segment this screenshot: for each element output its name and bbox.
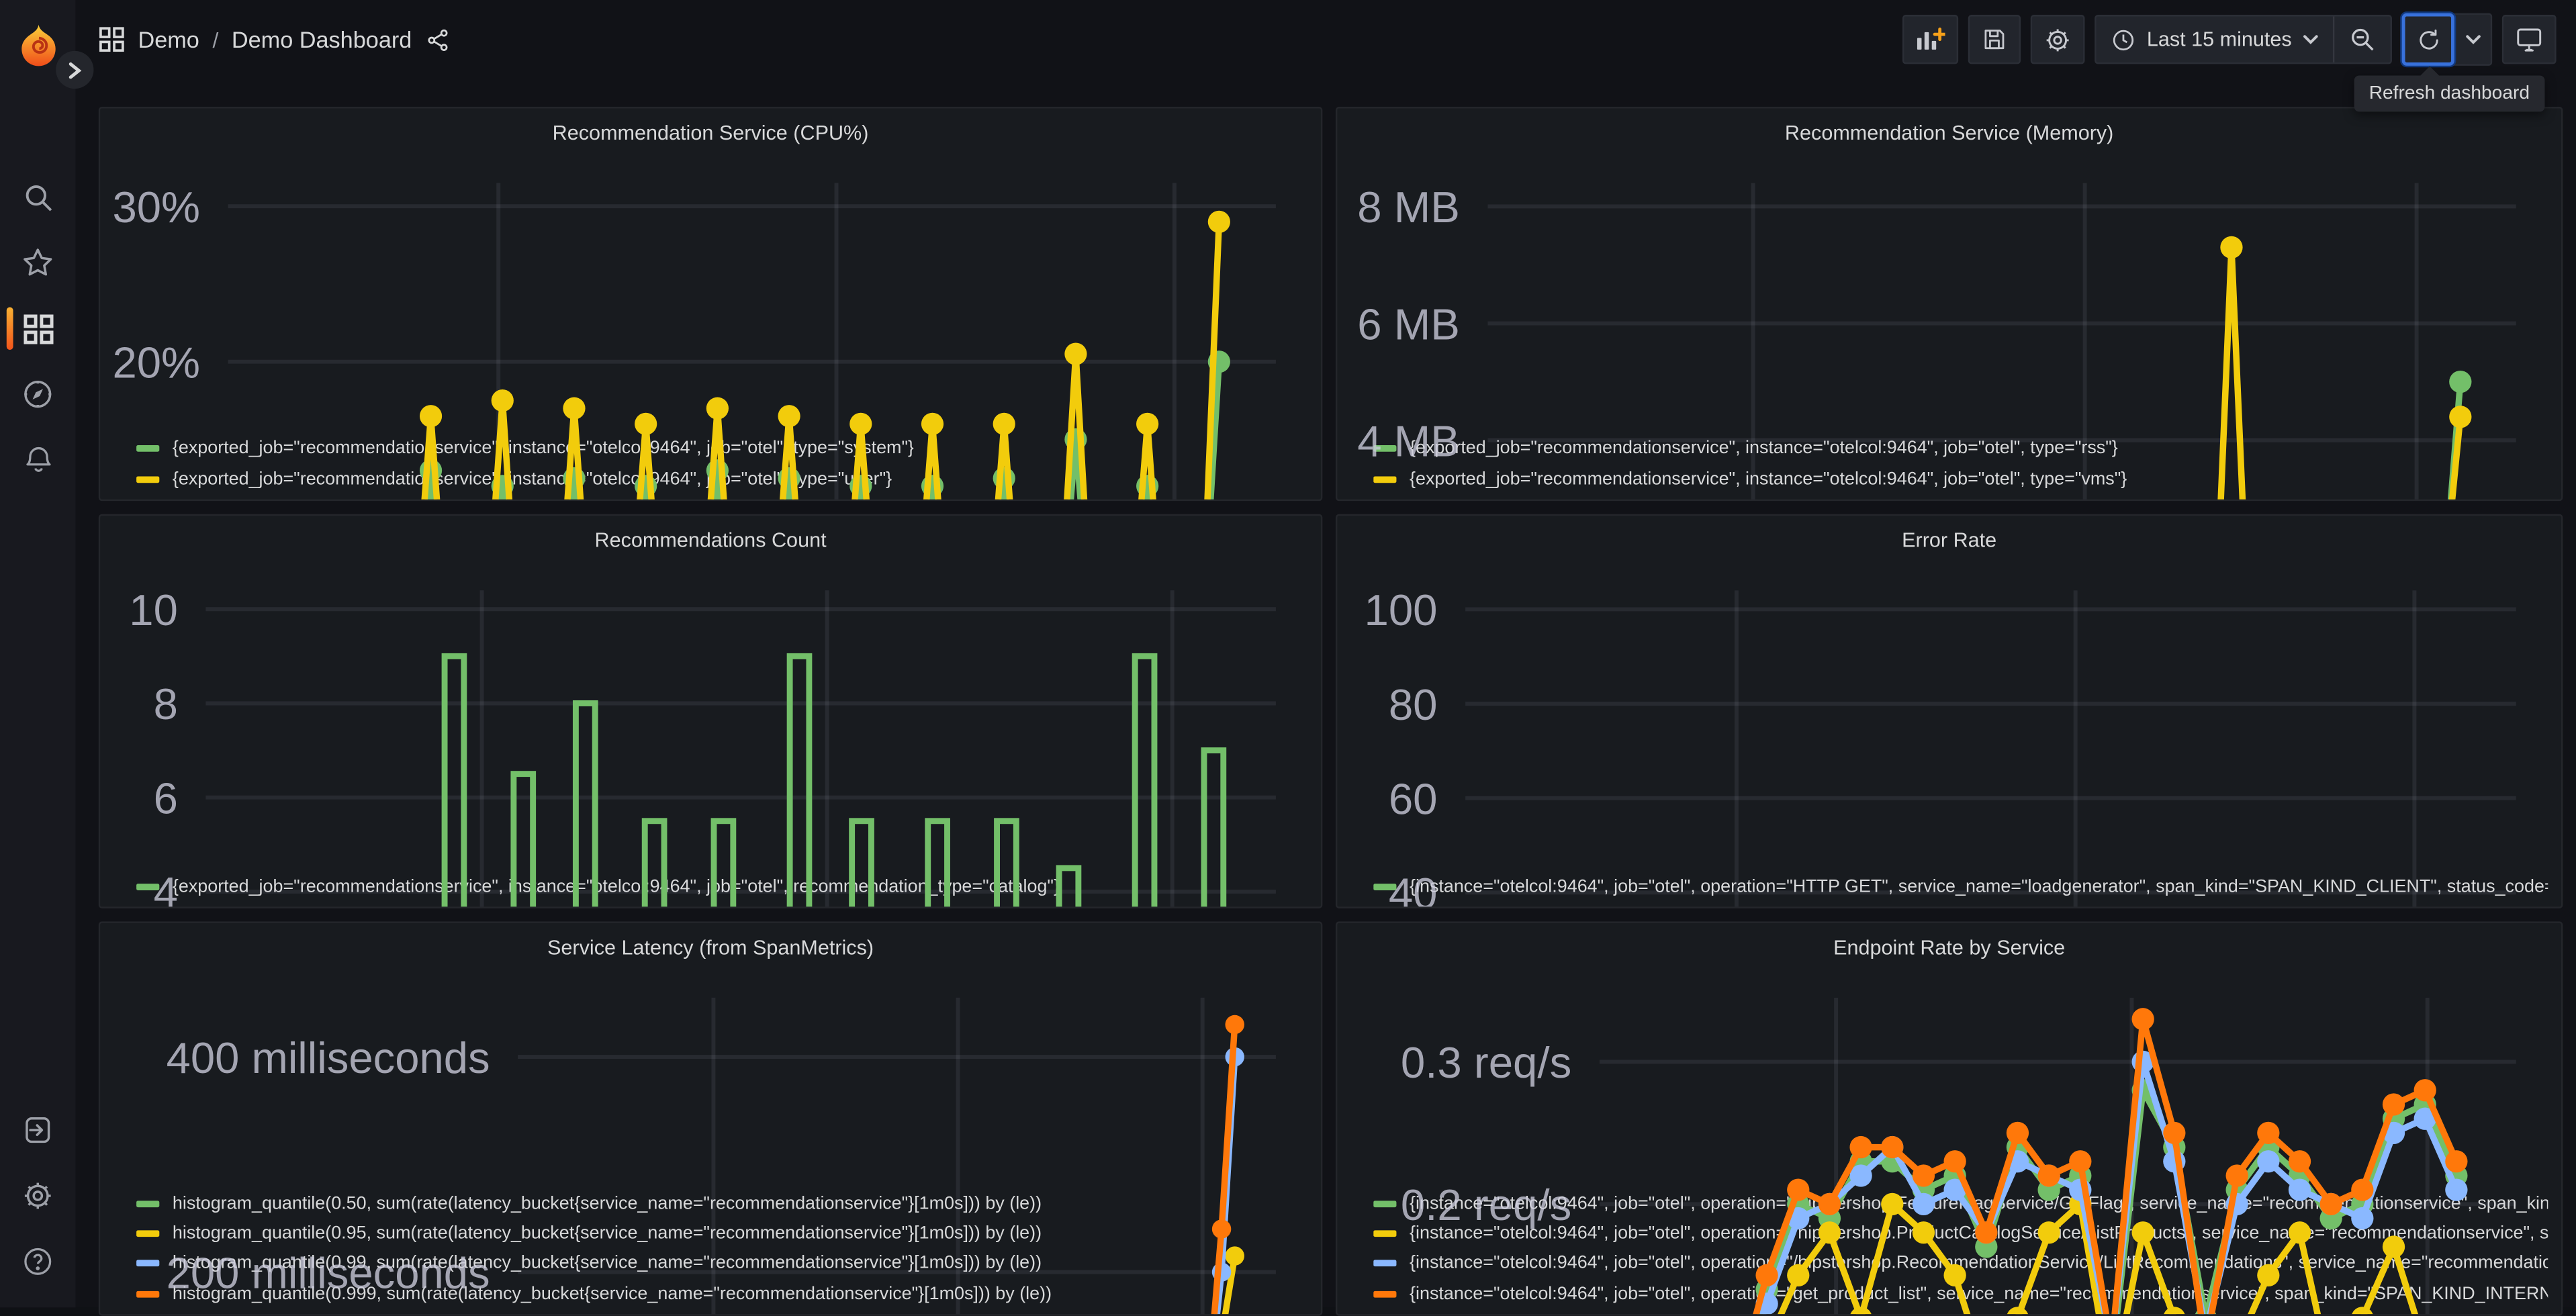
time-series-chart[interactable]: 024681021:5021:5522:00 bbox=[113, 559, 1308, 907]
panel-error-rate: Error Rate 02040608010021:5021:5522:00 {… bbox=[1335, 514, 2563, 908]
svg-text:100: 100 bbox=[1364, 585, 1437, 634]
time-series-chart[interactable]: 0 MB2 MB4 MB6 MB8 MB21:5021:5522:00 bbox=[1350, 151, 2548, 500]
dashboard-settings-button[interactable] bbox=[2030, 15, 2084, 64]
time-series-chart[interactable]: 0.0 req/s0.1 req/s0.2 req/s0.3 req/s21:5… bbox=[1350, 966, 2548, 1315]
panel-title[interactable]: Error Rate bbox=[1350, 524, 2548, 558]
time-controls: Last 15 minutes bbox=[2094, 15, 2392, 64]
svg-text:8 MB: 8 MB bbox=[1357, 183, 1460, 232]
breadcrumb-dashboard[interactable]: Demo Dashboard bbox=[232, 26, 412, 52]
refresh-icon bbox=[2419, 28, 2438, 49]
explore-icon[interactable] bbox=[0, 361, 76, 427]
svg-text:6: 6 bbox=[154, 773, 178, 822]
svg-text:8: 8 bbox=[154, 679, 178, 728]
alerting-bell-icon[interactable] bbox=[0, 427, 76, 493]
monitor-icon bbox=[2517, 28, 2542, 52]
svg-text:40: 40 bbox=[1389, 869, 1438, 908]
panel-title[interactable]: Recommendation Service (CPU%) bbox=[113, 117, 1308, 151]
search-icon[interactable] bbox=[0, 164, 76, 230]
time-series-chart[interactable]: 02040608010021:5021:5522:00 bbox=[1350, 559, 2548, 907]
panel-grid: Recommendation Service (CPU%) 0%10%20%30… bbox=[98, 107, 2563, 1316]
share-icon[interactable] bbox=[425, 27, 450, 52]
svg-text:80: 80 bbox=[1389, 680, 1438, 729]
panel-recommendation-memory: Recommendation Service (Memory) 0 MB2 MB… bbox=[1335, 107, 2563, 502]
add-panel-button[interactable] bbox=[1902, 15, 1958, 64]
sidebar bbox=[0, 0, 76, 1308]
breadcrumb-folder[interactable]: Demo bbox=[138, 26, 199, 52]
toolbar: Last 15 minutes bbox=[1902, 13, 2557, 66]
clock-icon bbox=[2113, 29, 2133, 50]
settings-gear-icon[interactable] bbox=[0, 1163, 76, 1229]
svg-text:400 milliseconds: 400 milliseconds bbox=[167, 1033, 490, 1082]
svg-text:10: 10 bbox=[129, 585, 178, 634]
dashboard-grid-icon bbox=[99, 27, 124, 52]
svg-text:200 milliseconds: 200 milliseconds bbox=[167, 1248, 490, 1297]
svg-text:0.3 req/s: 0.3 req/s bbox=[1401, 1038, 1571, 1087]
svg-text:20%: 20% bbox=[113, 338, 201, 387]
panel-title[interactable]: Recommendation Service (Memory) bbox=[1350, 117, 2548, 151]
svg-text:60: 60 bbox=[1389, 774, 1438, 823]
tooltip: Refresh dashboard bbox=[2354, 75, 2545, 112]
time-series-chart[interactable]: 0%10%20%30%21:5021:5522:00 bbox=[113, 151, 1308, 500]
refresh-interval-dropdown[interactable] bbox=[2454, 15, 2491, 64]
panel-title[interactable]: Service Latency (from SpanMetrics) bbox=[113, 931, 1308, 966]
svg-text:6 MB: 6 MB bbox=[1357, 299, 1460, 348]
chevron-down-icon bbox=[2303, 35, 2318, 44]
svg-text:4 MB: 4 MB bbox=[1357, 416, 1460, 465]
zoom-out-button[interactable] bbox=[2332, 16, 2391, 62]
grafana-dashboard: Demo / Demo Dashboard Last 15 minutes Re… bbox=[0, 0, 2576, 1316]
svg-text:30%: 30% bbox=[113, 183, 201, 232]
starred-icon[interactable] bbox=[0, 230, 76, 295]
chevron-down-icon bbox=[2465, 35, 2480, 44]
dashboards-icon[interactable] bbox=[0, 295, 76, 361]
breadcrumb-separator: / bbox=[212, 27, 219, 52]
help-icon[interactable] bbox=[0, 1229, 76, 1295]
refresh-button[interactable] bbox=[2401, 13, 2454, 66]
panel-service-latency: Service Latency (from SpanMetrics) 0 mil… bbox=[98, 921, 1323, 1316]
time-series-chart[interactable]: 0 milliseconds200 milliseconds400 millis… bbox=[113, 966, 1308, 1315]
svg-text:4: 4 bbox=[154, 868, 178, 908]
svg-text:0.2 req/s: 0.2 req/s bbox=[1401, 1180, 1571, 1229]
time-range-picker[interactable]: Last 15 minutes bbox=[2096, 16, 2333, 62]
panel-recommendation-cpu: Recommendation Service (CPU%) 0%10%20%30… bbox=[98, 107, 1323, 502]
cycle-view-mode-button[interactable] bbox=[2501, 15, 2557, 64]
panel-title[interactable]: Recommendations Count bbox=[113, 524, 1308, 558]
save-dashboard-button[interactable] bbox=[1968, 15, 2021, 64]
sign-in-icon[interactable] bbox=[0, 1097, 76, 1163]
refresh-controls bbox=[2401, 13, 2493, 66]
svg-text:10%: 10% bbox=[113, 493, 201, 501]
panel-recommendations-count: Recommendations Count 024681021:5021:552… bbox=[98, 514, 1323, 908]
panel-title[interactable]: Endpoint Rate by Service bbox=[1350, 931, 2548, 966]
header: Demo / Demo Dashboard Last 15 minutes bbox=[75, 0, 2576, 79]
time-range-label: Last 15 minutes bbox=[2146, 28, 2292, 51]
zoom-out-icon bbox=[2352, 28, 2374, 51]
breadcrumb: Demo / Demo Dashboard bbox=[99, 26, 450, 52]
expand-sidebar-button[interactable] bbox=[56, 50, 94, 89]
panel-endpoint-rate: Endpoint Rate by Service 0.0 req/s0.1 re… bbox=[1335, 921, 2563, 1316]
